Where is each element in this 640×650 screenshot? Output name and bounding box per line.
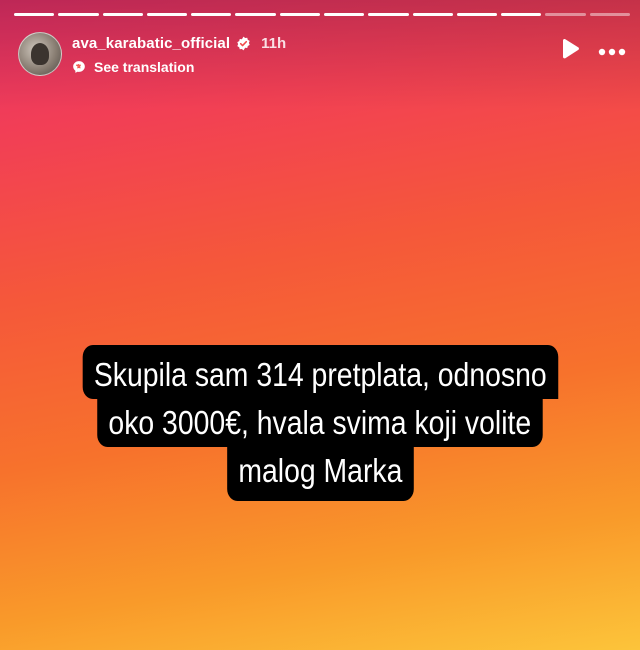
verified-badge-icon (236, 36, 251, 51)
see-translation-link[interactable]: See translation (72, 58, 286, 76)
translate-icon (72, 60, 86, 74)
progress-segment (323, 13, 365, 16)
progress-segment (146, 13, 188, 16)
story-caption: Skupila sam 314 pretplata, odnosno oko 3… (0, 345, 640, 501)
author-meta: ava_karabatic_official 11h See translati… (72, 32, 286, 76)
caption-line: malog Marka (226, 447, 414, 501)
play-icon[interactable] (560, 38, 580, 65)
caption-line: Skupila sam 314 pretplata, odnosno (82, 345, 558, 399)
progress-segment (235, 13, 276, 16)
avatar[interactable] (18, 32, 62, 76)
progress-segment (58, 13, 99, 16)
progress-segment (279, 13, 320, 16)
progress-segment (368, 13, 409, 16)
story-controls (560, 38, 626, 65)
progress-segment (191, 13, 232, 16)
more-options-icon[interactable] (598, 43, 626, 61)
progress-segment (14, 13, 55, 16)
progress-segment (412, 13, 453, 16)
username[interactable]: ava_karabatic_official (72, 35, 230, 52)
name-row: ava_karabatic_official 11h (72, 32, 286, 54)
caption-line: oko 3000€, hvala svima koji volite (97, 399, 543, 447)
translate-label: See translation (94, 59, 195, 75)
progress-segment (501, 13, 542, 16)
progress-segment (545, 13, 586, 16)
story-progress-bar (14, 13, 630, 16)
story-header: ava_karabatic_official 11h See translati… (18, 32, 626, 78)
progress-segment (456, 13, 498, 16)
progress-segment (589, 13, 630, 16)
progress-segment (102, 13, 143, 16)
post-time: 11h (261, 34, 287, 52)
